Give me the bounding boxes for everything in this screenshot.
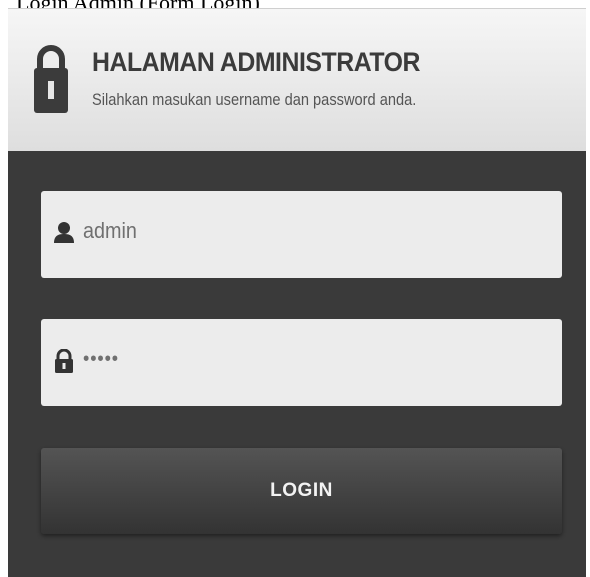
- login-button-label: LOGIN: [270, 480, 333, 501]
- page-title: HALAMAN ADMINISTRATOR: [92, 47, 420, 77]
- username-input[interactable]: admin: [41, 191, 562, 278]
- login-button[interactable]: LOGIN: [41, 448, 562, 534]
- lock-icon: [55, 349, 73, 373]
- login-panel: HALAMAN ADMINISTRATOR Silahkan masukan u…: [8, 8, 586, 577]
- lock-icon: [34, 45, 68, 113]
- page-subtitle: Silahkan masukan username dan password a…: [92, 90, 417, 109]
- username-value: admin: [83, 218, 137, 243]
- user-icon: [54, 222, 74, 243]
- login-header: HALAMAN ADMINISTRATOR Silahkan masukan u…: [8, 8, 586, 151]
- page-caption: Login Admin (Form Login): [0, 0, 590, 8]
- password-value: •••••: [83, 348, 120, 370]
- password-input[interactable]: •••••: [41, 319, 562, 406]
